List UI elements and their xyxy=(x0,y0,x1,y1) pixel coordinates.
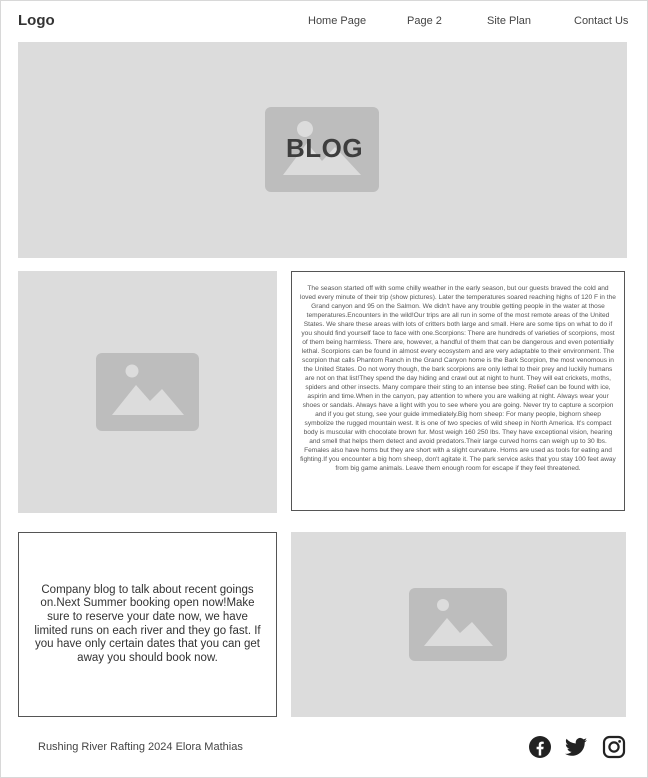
footer-copyright: Rushing River Rafting 2024 Elora Mathias xyxy=(38,741,243,753)
blog-intro: Company blog to talk about recent goings… xyxy=(18,532,277,717)
blog-intro-text: Company blog to talk about recent goings… xyxy=(34,583,261,664)
logo[interactable]: Logo xyxy=(18,12,55,29)
twitter-icon[interactable] xyxy=(564,735,588,759)
hero-title: BLOG xyxy=(285,133,364,163)
image-placeholder-icon xyxy=(409,588,507,661)
instagram-icon[interactable] xyxy=(602,735,626,759)
blog-article: The season started off with some chilly … xyxy=(291,271,625,511)
nav-contact-us[interactable]: Contact Us xyxy=(574,15,628,27)
nav-home-page[interactable]: Home Page xyxy=(308,15,366,27)
image-placeholder-icon xyxy=(96,353,199,431)
site-header: Logo Home Page Page 2 Site Plan Contact … xyxy=(18,0,628,42)
nav-page-2[interactable]: Page 2 xyxy=(407,15,442,27)
hero-banner: BLOG xyxy=(18,42,627,258)
image-panel-right xyxy=(291,532,626,717)
nav-site-plan[interactable]: Site Plan xyxy=(487,15,531,27)
facebook-icon[interactable] xyxy=(528,735,552,759)
image-panel-left xyxy=(18,271,277,513)
